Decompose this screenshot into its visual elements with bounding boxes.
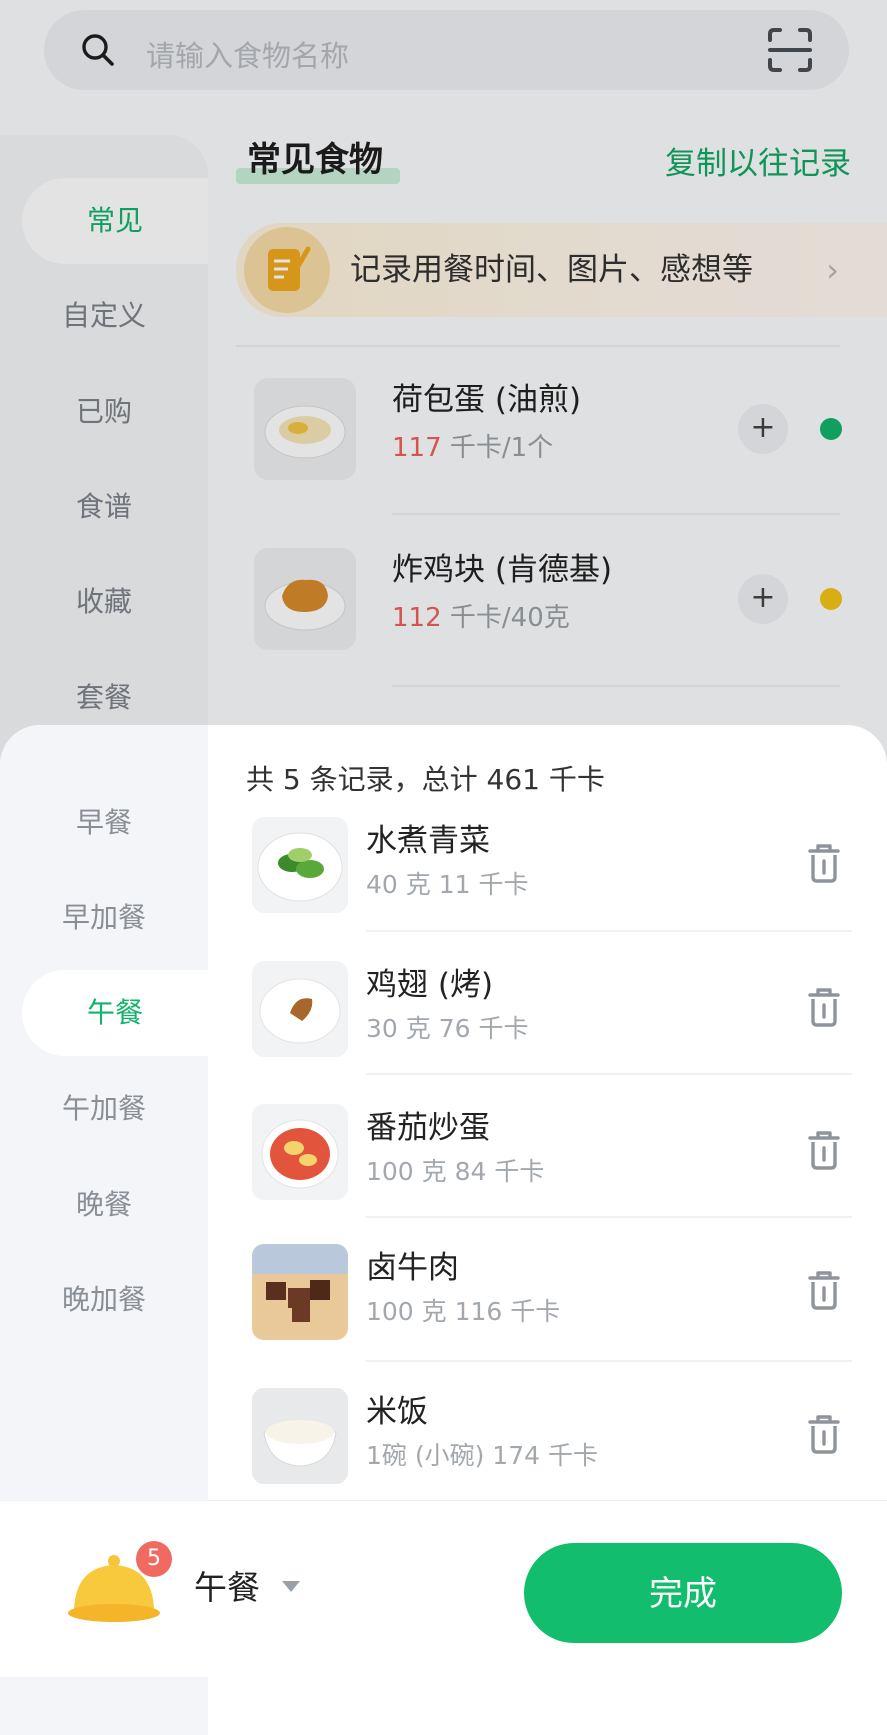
trash-icon[interactable] xyxy=(804,985,844,1029)
divider xyxy=(366,1073,852,1075)
divider xyxy=(366,1216,852,1218)
record-name: 米饭 xyxy=(366,1394,428,1430)
record-name: 番茄炒蛋 xyxy=(366,1110,490,1146)
record-row[interactable]: 水煮青菜 40 克 11 千卡 xyxy=(236,817,856,937)
record-row[interactable]: 米饭 1碗 (小碗) 174 千卡 xyxy=(236,1388,856,1508)
record-row[interactable]: 鸡翅 (烤) 30 克 76 千卡 xyxy=(236,961,856,1081)
meal-record-sheet: 早餐 早加餐 午餐 午加餐 晚餐 晚加餐 共 5 条记录，总计 461 千卡 水… xyxy=(0,725,887,1677)
meal-item-breakfast-snack[interactable]: 早加餐 xyxy=(0,888,208,948)
trash-icon[interactable] xyxy=(804,841,844,885)
meal-select[interactable]: 午餐 xyxy=(194,1565,260,1611)
caret-down-icon[interactable] xyxy=(282,1581,300,1592)
record-row[interactable]: 卤牛肉 100 克 116 千卡 xyxy=(236,1244,856,1364)
record-thumbnail xyxy=(252,1244,348,1340)
done-button[interactable]: 完成 xyxy=(524,1543,842,1643)
record-thumbnail xyxy=(252,817,348,913)
trash-icon[interactable] xyxy=(804,1412,844,1456)
records-summary: 共 5 条记录，总计 461 千卡 xyxy=(246,763,605,796)
record-row[interactable]: 番茄炒蛋 100 克 84 千卡 xyxy=(236,1104,856,1224)
record-meta: 1碗 (小碗) 174 千卡 xyxy=(366,1441,598,1470)
meal-item-lunch-snack[interactable]: 午加餐 xyxy=(0,1079,208,1139)
divider xyxy=(366,1360,852,1362)
record-count-badge: 5 xyxy=(136,1541,172,1577)
meal-item-dinner[interactable]: 晚餐 xyxy=(0,1175,208,1235)
record-thumbnail xyxy=(252,961,348,1057)
meal-nav: 早餐 早加餐 午餐 午加餐 晚餐 晚加餐 xyxy=(0,725,208,1500)
trash-icon[interactable] xyxy=(804,1268,844,1312)
record-meta: 100 克 84 千卡 xyxy=(366,1157,545,1186)
bottom-bar: 5 午餐 完成 xyxy=(0,1500,887,1677)
record-name: 水煮青菜 xyxy=(366,823,490,859)
trash-icon[interactable] xyxy=(804,1128,844,1172)
record-meta: 30 克 76 千卡 xyxy=(366,1014,529,1043)
record-meta: 100 克 116 千卡 xyxy=(366,1297,561,1326)
meal-item-lunch[interactable]: 午餐 xyxy=(22,970,208,1056)
meal-item-dinner-snack[interactable]: 晚加餐 xyxy=(0,1270,208,1330)
record-name: 鸡翅 (烤) xyxy=(366,967,494,1003)
record-thumbnail xyxy=(252,1388,348,1484)
divider xyxy=(366,930,852,932)
record-meta: 40 克 11 千卡 xyxy=(366,870,529,899)
meal-item-breakfast[interactable]: 早餐 xyxy=(0,793,208,853)
record-thumbnail xyxy=(252,1104,348,1200)
record-name: 卤牛肉 xyxy=(366,1250,459,1286)
